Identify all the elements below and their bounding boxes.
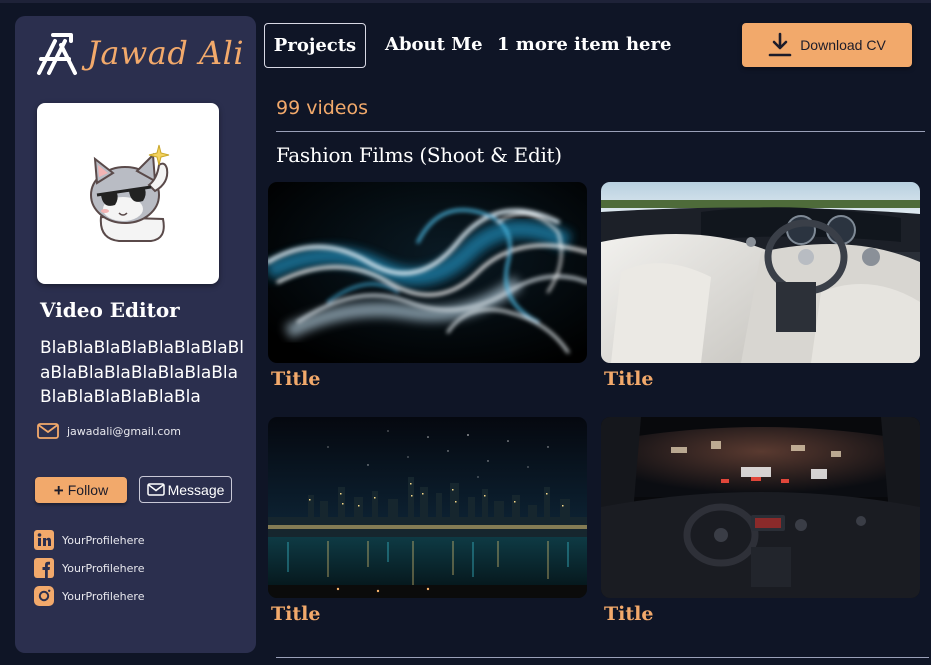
social-label: YourProfilehere <box>62 589 145 603</box>
video-thumbnail-car-night[interactable] <box>601 417 920 598</box>
video-thumbnail-car-interior[interactable] <box>601 182 920 363</box>
facebook-icon <box>34 558 54 578</box>
social-instagram[interactable]: YourProfilehere <box>34 586 144 606</box>
divider-bottom <box>276 657 929 658</box>
brand-name: Jawad Ali <box>87 34 245 72</box>
message-label: Message <box>167 481 225 498</box>
window-top-border <box>0 0 931 3</box>
card-title[interactable]: Title <box>604 368 653 390</box>
divider <box>276 131 925 132</box>
card-title[interactable]: Title <box>271 368 320 390</box>
social-label: YourProfilehere <box>62 533 145 547</box>
follow-label: Follow <box>67 482 109 498</box>
video-thumbnail-city-skyline[interactable] <box>268 417 587 598</box>
follow-button[interactable]: + Follow <box>35 477 127 503</box>
video-thumbnail-smoke-abstract[interactable] <box>268 182 587 363</box>
nav-tab-projects[interactable]: Projects <box>264 23 366 68</box>
avatar <box>37 103 219 284</box>
download-icon <box>768 32 792 57</box>
video-count: 99 videos <box>276 97 369 119</box>
profile-bio: BlaBlaBlaBlaBlaBlaBlaBlaBlaBlaBlaBlaBlaB… <box>40 338 245 407</box>
nav-tab-about-me[interactable]: About Me <box>385 34 483 55</box>
card-title[interactable]: Title <box>271 603 320 625</box>
social-linkedin[interactable]: YourProfilehere <box>34 530 144 550</box>
social-label: YourProfilehere <box>62 561 145 575</box>
email-row[interactable]: jawadali@gmail.com <box>37 423 181 439</box>
section-title: Fashion Films (Shoot & Edit) <box>276 143 562 167</box>
card-title[interactable]: Title <box>604 603 653 625</box>
mail-icon <box>146 483 165 496</box>
city-skyline-thumbnail-image <box>268 417 587 598</box>
email-text: jawadali@gmail.com <box>67 424 181 438</box>
smoke-thumbnail-image <box>268 182 587 363</box>
linkedin-icon <box>34 530 54 550</box>
aperture-logo-icon <box>37 33 77 75</box>
download-cv-button[interactable]: Download CV <box>742 23 912 67</box>
instagram-icon <box>34 586 54 606</box>
cat-sunglasses-sticker-icon <box>90 144 170 242</box>
car-interior-thumbnail-image <box>601 182 920 363</box>
social-facebook[interactable]: YourProfilehere <box>34 558 144 578</box>
download-cv-label: Download CV <box>800 37 886 53</box>
plus-icon: + <box>53 480 64 500</box>
profile-sidebar: Jawad Ali Video Editor BlaBlaBlaBlaBlaBl… <box>15 16 256 653</box>
nav-tab-more[interactable]: 1 more item here <box>497 34 671 55</box>
mail-icon <box>37 423 59 439</box>
brand[interactable]: Jawad Ali <box>35 29 244 77</box>
profile-role: Video Editor <box>40 298 180 322</box>
message-button[interactable]: Message <box>139 476 232 503</box>
car-night-thumbnail-image <box>601 417 920 598</box>
